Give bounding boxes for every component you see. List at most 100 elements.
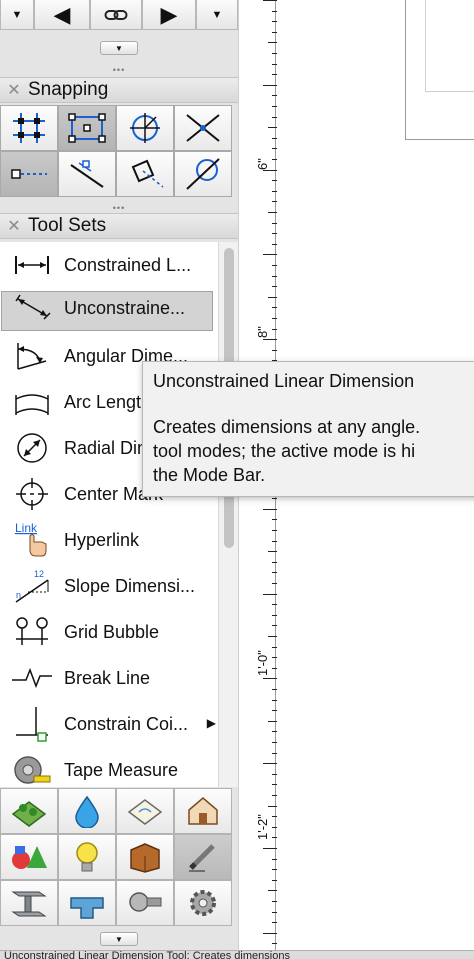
site-planning-icon xyxy=(11,801,47,827)
palette-drag-handle[interactable]: ••• xyxy=(0,66,238,75)
chevron-down-icon: ▼ xyxy=(115,934,123,944)
submenu-arrow-icon[interactable]: ▶ xyxy=(207,716,216,730)
constrain-coincident-icon xyxy=(0,701,64,747)
grid-bubble-icon xyxy=(0,609,64,655)
tooltip-line: Creates dimensions at any angle. xyxy=(153,417,421,437)
toolsets-palette-header[interactable]: ✕ Tool Sets xyxy=(0,213,238,239)
snapping-title: Snapping xyxy=(28,79,109,100)
ruler-label: 1'-2" xyxy=(255,814,270,840)
unconstrained-linear-dimension-icon xyxy=(0,285,64,331)
toolset-building-shell-button[interactable] xyxy=(174,788,232,834)
expand-palette-button[interactable]: ▼ xyxy=(100,41,138,55)
snap-to-angle-icon xyxy=(130,113,160,143)
snap-to-distance-button[interactable] xyxy=(58,151,116,197)
close-icon[interactable]: ✕ xyxy=(0,216,28,236)
smart-edge-icon xyxy=(131,159,164,188)
lighting-icon xyxy=(76,842,98,872)
toolset-structural-button[interactable] xyxy=(0,880,58,926)
snap-to-tangent-button[interactable] xyxy=(174,151,232,197)
arrow-right-icon: ▶ xyxy=(160,1,178,27)
furniture-icon xyxy=(130,843,160,873)
snapping-buttons xyxy=(0,105,232,197)
toolset-visualization-button[interactable] xyxy=(0,834,58,880)
palette-drag-handle[interactable]: ••• xyxy=(0,204,238,213)
tooltip-line: tool modes; the active mode is hi xyxy=(153,441,416,461)
tool-break-line[interactable]: Break Line xyxy=(0,655,218,701)
slope-dimension-icon: 12 n xyxy=(0,563,64,609)
print-area-boundary xyxy=(425,0,474,92)
toolset-furniture-button[interactable] xyxy=(116,834,174,880)
smart-points-button[interactable] xyxy=(0,151,58,197)
toolset-selector xyxy=(0,788,232,928)
tool-tooltip: Unconstrained Linear Dimension Creates d… xyxy=(142,361,474,497)
toolsets-title: Tool Sets xyxy=(28,215,107,236)
pipe-fitting-icon xyxy=(70,897,104,919)
previous-view-dropdown[interactable]: ▼ xyxy=(0,0,34,30)
tool-label: Unconstraine... xyxy=(64,297,186,318)
tool-grid-bubble[interactable]: Grid Bubble xyxy=(0,609,218,655)
machine-components-icon xyxy=(190,890,216,916)
tool-label: Break Line xyxy=(64,667,151,688)
center-mark-icon xyxy=(0,471,64,517)
link-icon xyxy=(104,9,128,20)
toolset-piping-button[interactable] xyxy=(58,880,116,926)
tool-list: Constrained L... Unconstraine... Angular… xyxy=(0,242,218,787)
next-view-button[interactable]: ▶ xyxy=(142,0,196,30)
arrow-left-icon: ◀ xyxy=(53,1,71,27)
toolset-detailing-button[interactable] xyxy=(116,788,174,834)
tool-slope-dimension[interactable]: 12 n Slope Dimensi... xyxy=(0,563,218,609)
tape-measure-icon xyxy=(0,747,64,787)
smart-points-icon xyxy=(11,169,47,179)
snap-to-object-button[interactable] xyxy=(58,105,116,151)
toolset-fasteners-button[interactable] xyxy=(116,880,174,926)
tool-label: Hyperlink xyxy=(64,529,140,550)
fasteners-icon xyxy=(129,892,162,912)
tool-label: Grid Bubble xyxy=(64,621,160,642)
toolset-machine-components-button[interactable] xyxy=(174,880,232,926)
tool-label: Constrained L... xyxy=(64,254,192,275)
snap-to-grid-button[interactable] xyxy=(0,105,58,151)
water-drop-icon xyxy=(75,795,99,828)
chevron-down-icon: ▼ xyxy=(211,8,223,21)
snap-to-intersection-icon xyxy=(186,114,220,142)
svg-text:Link: Link xyxy=(15,521,38,535)
dims-notes-icon xyxy=(189,844,215,872)
snapping-palette-header[interactable]: ✕ Snapping xyxy=(0,77,238,103)
snap-to-object-icon xyxy=(68,113,106,143)
previous-view-button[interactable]: ◀ xyxy=(34,0,90,30)
tool-label: Constrain Coi... xyxy=(64,713,189,734)
constrained-linear-dimension-icon xyxy=(0,242,64,288)
view-nav-bar: ▼ ◀ ▶ ▼ xyxy=(0,0,238,34)
tool-label: Radial Dim xyxy=(64,437,153,458)
tool-constrained-linear[interactable]: Constrained L... xyxy=(0,242,218,288)
snap-to-tangent-icon xyxy=(186,158,220,190)
tool-label: Arc Length xyxy=(64,391,152,412)
tool-constrain-coincident[interactable]: Constrain Coi... ▶ xyxy=(0,701,218,747)
tool-list-scrollbar[interactable] xyxy=(218,242,238,787)
next-view-dropdown[interactable]: ▼ xyxy=(196,0,238,30)
angular-dimension-icon xyxy=(0,333,64,379)
expand-toolsets-button[interactable]: ▼ xyxy=(100,932,138,946)
snap-to-intersection-button[interactable] xyxy=(174,105,232,151)
ruler-label: 8" xyxy=(255,326,270,338)
toolset-site-planning-button[interactable] xyxy=(0,788,58,834)
tool-tape-measure[interactable]: Tape Measure xyxy=(0,747,218,787)
tool-hyperlink[interactable]: Link Hyperlink xyxy=(0,517,218,563)
building-shell-icon xyxy=(188,797,218,825)
smart-edge-button[interactable] xyxy=(116,151,174,197)
toolset-water-button[interactable] xyxy=(58,788,116,834)
close-icon[interactable]: ✕ xyxy=(0,80,28,100)
snap-to-grid-icon xyxy=(13,113,45,143)
tool-label: Slope Dimensi... xyxy=(64,575,196,596)
toolset-lighting-button[interactable] xyxy=(58,834,116,880)
break-line-icon xyxy=(0,655,64,701)
status-text: Unconstrained Linear Dimension Tool: Cre… xyxy=(4,950,290,959)
tool-unconstrained-linear[interactable]: Unconstraine... xyxy=(0,285,218,331)
link-views-button[interactable] xyxy=(90,0,142,30)
ruler-label: 6" xyxy=(255,158,270,170)
snap-to-angle-button[interactable] xyxy=(116,105,174,151)
toolset-dims-notes-button[interactable] xyxy=(174,834,232,880)
tool-label: Tape Measure xyxy=(64,759,179,780)
chevron-down-icon: ▼ xyxy=(11,8,23,21)
tooltip-line: the Mode Bar. xyxy=(153,465,266,485)
